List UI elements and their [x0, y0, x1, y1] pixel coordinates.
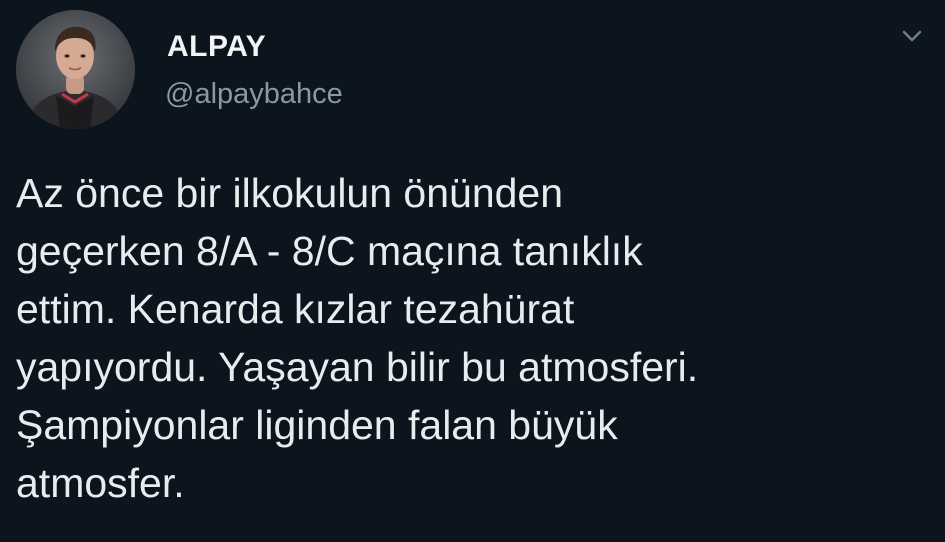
tweet-text-line: Az önce bir ilkokulun önünden	[16, 170, 564, 216]
tweet-text-line: atmosfer.	[16, 460, 185, 506]
author-handle[interactable]: @alpaybahce	[165, 77, 343, 111]
chevron-down-icon[interactable]	[898, 26, 926, 46]
avatar[interactable]	[16, 10, 135, 129]
user-avatar-photo-icon	[16, 10, 135, 129]
tweet-text-line: yapıyordu. Yaşayan bilir bu atmosferi.	[16, 344, 699, 390]
author-display-name[interactable]: ALPAY	[167, 30, 266, 64]
tweet-text-line: geçerken 8/A - 8/C maçına tanıklık	[16, 228, 643, 274]
tweet-text: Az önce bir ilkokulun önünden geçerken 8…	[16, 164, 936, 512]
tweet-card: ALPAY @alpaybahce Az önce bir ilkokulun …	[0, 0, 945, 542]
tweet-text-line: Şampiyonlar liginden falan büyük	[16, 402, 618, 448]
tweet-text-line: ettim. Kenarda kızlar tezahürat	[16, 286, 575, 332]
